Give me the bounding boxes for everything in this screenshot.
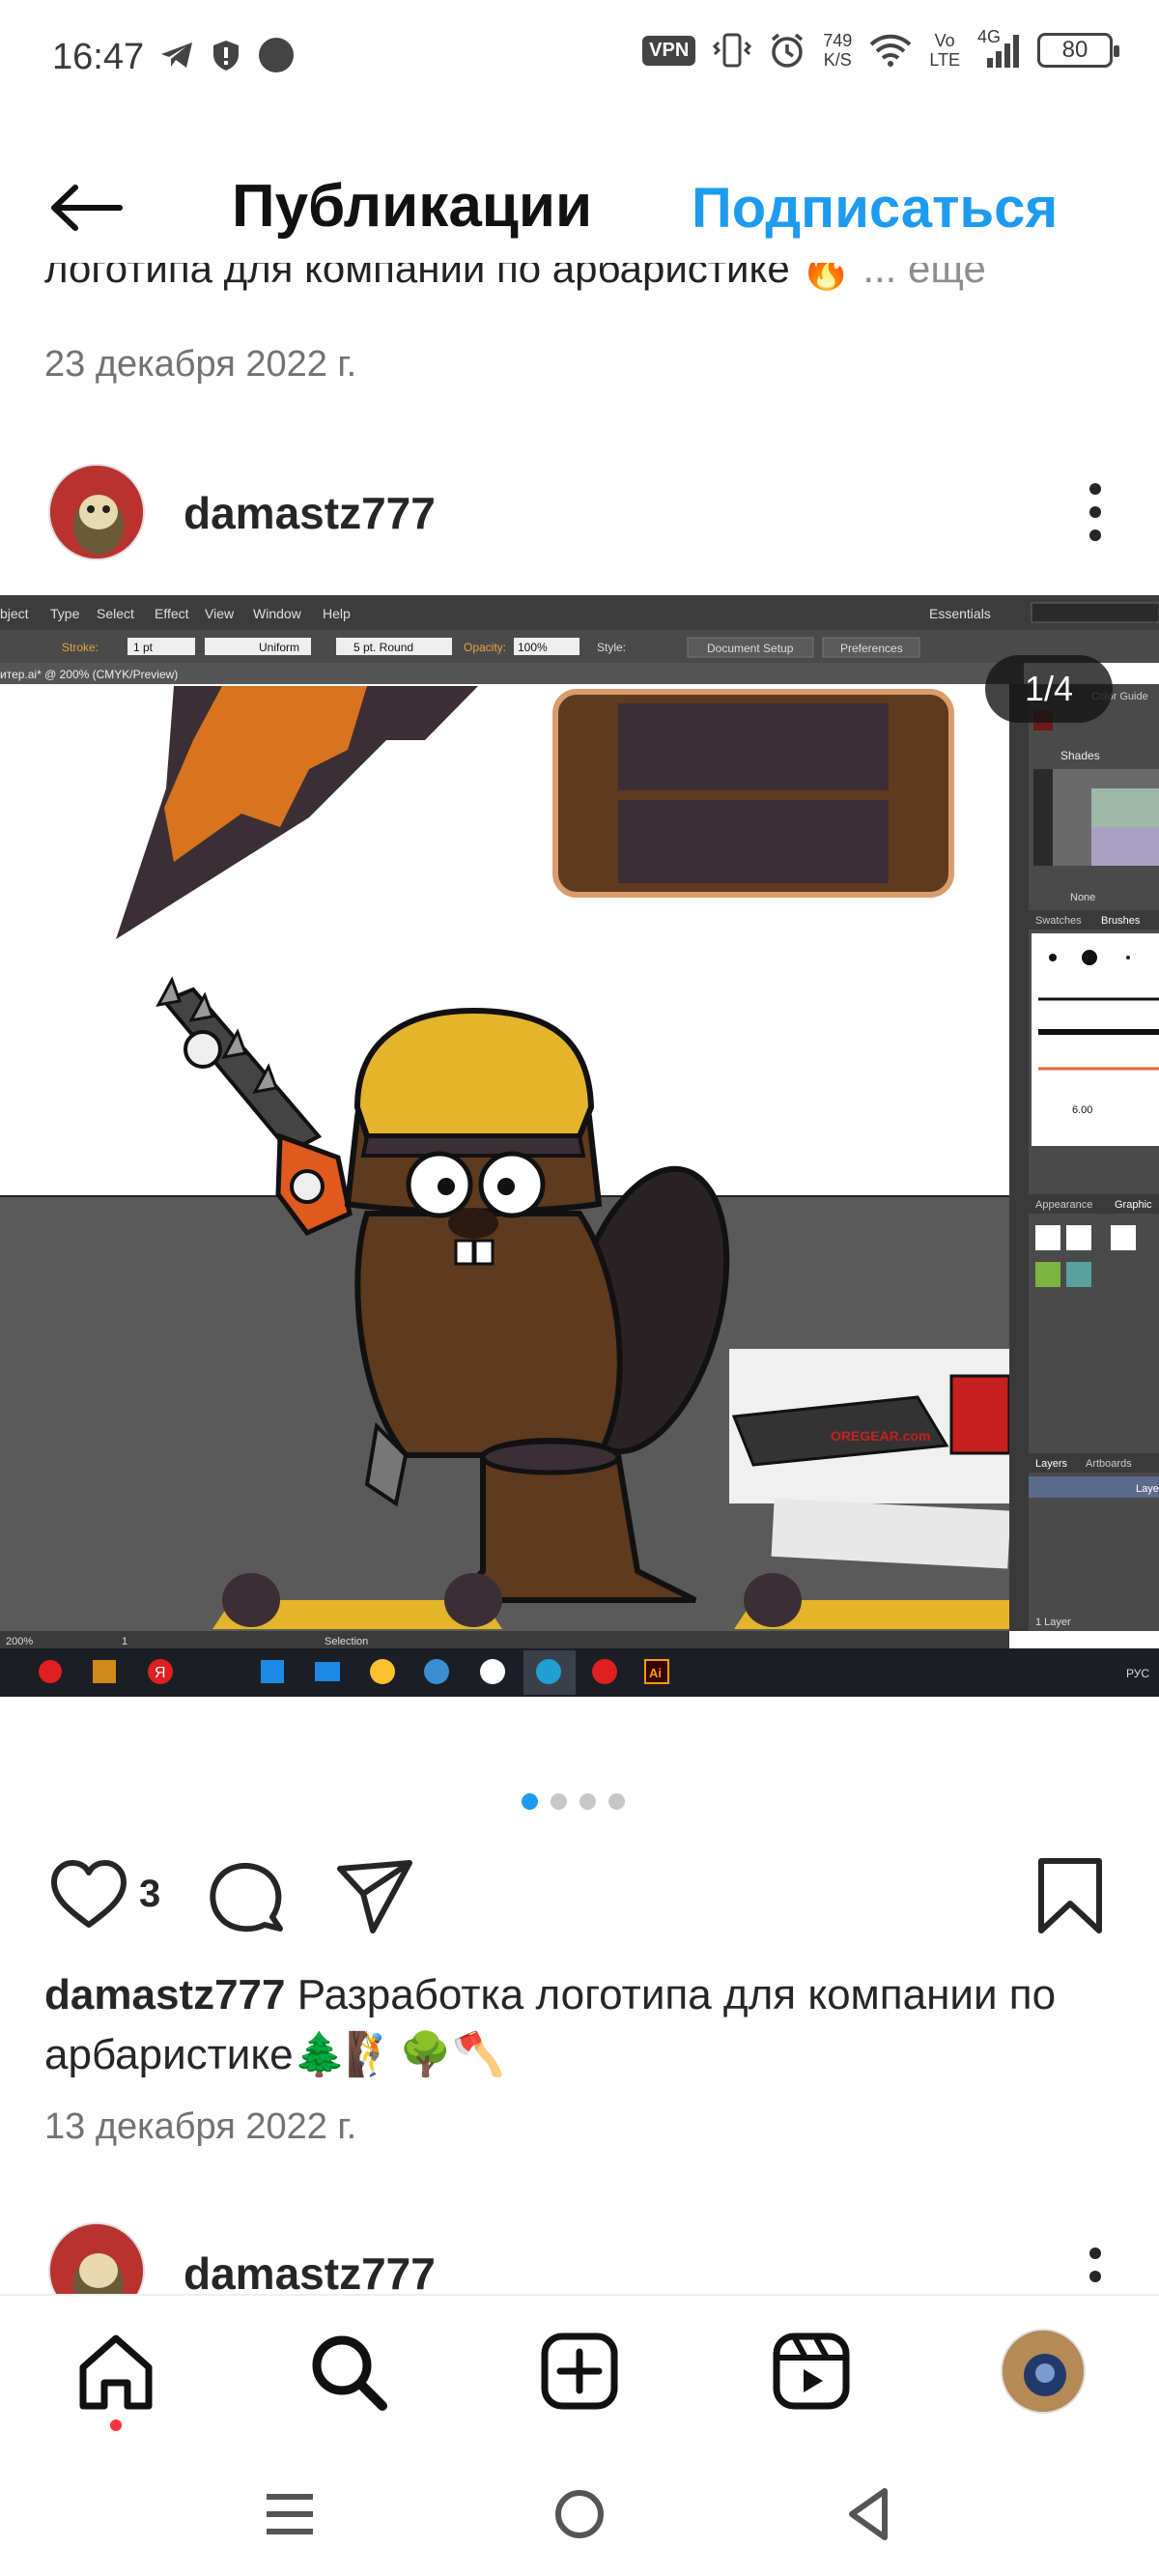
- post-username[interactable]: damastz777: [184, 487, 436, 539]
- vibrate-icon: [713, 33, 752, 68]
- home-icon[interactable]: [75, 2331, 156, 2412]
- back-button-icon[interactable]: [838, 2483, 900, 2545]
- ai-menu-item: View: [205, 606, 235, 621]
- page-title: Публикации: [232, 173, 593, 240]
- carousel-dot: [522, 1793, 538, 1810]
- next-post-username[interactable]: damastz777: [184, 2247, 436, 2294]
- svg-text:Artboards: Artboards: [1086, 1458, 1132, 1470]
- svg-text:Swatches: Swatches: [1035, 915, 1082, 927]
- volte-badge: Vo LTE: [929, 31, 960, 70]
- alarm-icon: [772, 33, 804, 68]
- svg-text:итер.ai* @ 200% (CMYK/Preview): итер.ai* @ 200% (CMYK/Preview): [0, 668, 178, 681]
- system-navigation: [0, 2448, 1159, 2576]
- avatar[interactable]: [48, 2222, 145, 2294]
- reels-icon[interactable]: [771, 2331, 852, 2412]
- post-actions: 3: [0, 1855, 1159, 1942]
- svg-text:None: None: [1070, 892, 1095, 903]
- heart-icon[interactable]: [48, 1855, 129, 1936]
- post-caption: damastz777 Разработка логотипа для компа…: [44, 1965, 1117, 2085]
- battery-indicator: 80: [1037, 33, 1119, 68]
- share-icon[interactable]: [334, 1855, 415, 1936]
- svg-text:1 pt: 1 pt: [133, 641, 154, 654]
- create-post-icon[interactable]: [539, 2331, 620, 2412]
- ai-menu-item: Select: [97, 606, 134, 621]
- ai-menu-item: Help: [323, 606, 351, 621]
- svg-text:Opacity:: Opacity:: [464, 641, 506, 654]
- wifi-icon: [869, 34, 912, 67]
- profile-avatar[interactable]: [1001, 2329, 1086, 2414]
- svg-text:Document Setup: Document Setup: [707, 642, 794, 655]
- notification-dot-icon: [259, 38, 294, 72]
- signal-icon: 4G: [977, 27, 1020, 70]
- svg-text:Style:: Style:: [597, 641, 626, 654]
- search-icon[interactable]: [307, 2331, 388, 2412]
- svg-text:РУС: РУС: [1126, 1667, 1149, 1680]
- home-button-icon[interactable]: [549, 2483, 610, 2545]
- carousel-dot: [551, 1793, 567, 1810]
- post-image: bject Type Select Effect View Window Hel…: [0, 595, 1159, 1755]
- svg-text:1 Layer: 1 Layer: [1035, 1617, 1071, 1628]
- back-arrow-icon[interactable]: [48, 184, 126, 232]
- avatar[interactable]: [48, 464, 145, 560]
- status-time: 16:47: [52, 37, 145, 77]
- next-post-header: damastz777: [0, 2222, 1159, 2294]
- svg-text:Stroke:: Stroke:: [62, 641, 99, 654]
- status-bar: 16:47 VPN 749 K/S Vo LTE 4G 80: [0, 0, 1159, 116]
- carousel-indicator: [522, 1793, 625, 1810]
- svg-text:OREGEAR.com: OREGEAR.com: [831, 1428, 930, 1444]
- previous-post-date: 23 декабря 2022 г.: [44, 344, 357, 385]
- svg-text:6.00: 6.00: [1072, 1104, 1092, 1116]
- svg-text:5 pt. Round: 5 pt. Round: [353, 641, 413, 654]
- svg-text:Ai: Ai: [649, 1666, 662, 1680]
- more-options-icon[interactable]: [1089, 483, 1103, 541]
- bottom-navigation: [0, 2294, 1159, 2448]
- recents-icon[interactable]: [259, 2483, 321, 2545]
- bookmark-icon[interactable]: [1030, 1855, 1111, 1936]
- telegram-icon: [161, 43, 192, 68]
- ai-menu-item: Window: [253, 606, 302, 621]
- svg-text:Preferences: Preferences: [840, 642, 903, 655]
- comment-icon[interactable]: [205, 1855, 286, 1936]
- svg-text:200%: 200%: [6, 1636, 33, 1647]
- ai-menu-item: Type: [50, 606, 80, 621]
- net-speed: 749 K/S: [823, 31, 853, 70]
- ai-essentials: Essentials: [929, 606, 991, 621]
- post-date: 13 декабря 2022 г.: [44, 2106, 357, 2147]
- svg-text:Graphic: Graphic: [1115, 1199, 1152, 1211]
- svg-text:Я: Я: [155, 1665, 166, 1681]
- more-link[interactable]: ... еще: [862, 263, 985, 291]
- post-media[interactable]: bject Type Select Effect View Window Hel…: [0, 595, 1159, 1755]
- vpn-badge: VPN: [642, 35, 696, 66]
- notification-dot: [110, 2419, 122, 2431]
- post-header: damastz777: [0, 458, 1159, 574]
- svg-text:Uniform: Uniform: [259, 641, 299, 654]
- ai-menu-item: Effect: [155, 606, 189, 621]
- carousel-dot: [580, 1793, 596, 1810]
- svg-text:Layers: Layers: [1035, 1458, 1068, 1470]
- media-counter: 1/4: [985, 655, 1113, 723]
- like-count[interactable]: 3: [139, 1873, 160, 1916]
- svg-text:Brushes: Brushes: [1101, 915, 1141, 927]
- svg-text:Selection: Selection: [325, 1636, 368, 1647]
- previous-post-caption: логотипа для компании по арбаристике 🔥 .…: [44, 263, 1126, 317]
- top-bar: Публикации Подписаться: [0, 155, 1159, 261]
- svg-text:1: 1: [122, 1636, 127, 1647]
- carousel-dot: [608, 1793, 625, 1810]
- follow-button[interactable]: Подписаться: [692, 176, 1058, 241]
- svg-text:Appearance: Appearance: [1035, 1199, 1092, 1211]
- caption-username[interactable]: damastz777: [44, 1971, 285, 2018]
- svg-text:100%: 100%: [518, 641, 548, 654]
- more-options-icon[interactable]: [1089, 2247, 1103, 2294]
- shield-icon: [213, 41, 239, 71]
- svg-text:Laye: Laye: [1136, 1483, 1159, 1495]
- ai-menu-item: bject: [0, 606, 29, 621]
- svg-text:Shades: Shades: [1060, 749, 1100, 762]
